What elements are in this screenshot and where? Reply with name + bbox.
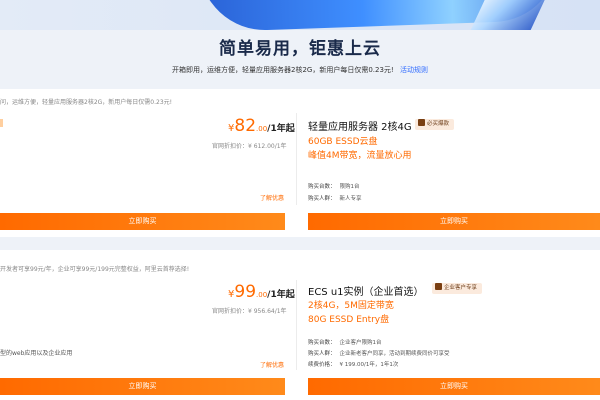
product-title: 轻量应用服务器 2核4G [308,122,412,133]
price-decimal: .00 [256,125,268,133]
badge-label: 必买爆款 [427,121,450,127]
price: ¥82.00/1年起 [228,116,295,136]
meta-key: 购买台数： [308,340,336,346]
product-section-lightweight: 问，运维方便，轻量应用服务器2核2G，新用户每日仅需0.23元! ¥82.00/… [0,89,600,237]
meta-key: 续费价格： [308,362,336,368]
banner-graphic-stripe [470,0,550,30]
price-period: /1年起 [267,124,295,134]
column-divider [296,113,297,205]
page-title: 简单易用，钜惠上云 [219,39,381,59]
price-decimal: .00 [256,291,268,299]
meta-purchase-count: 购买台数： 限购1台 [308,182,360,190]
original-price: 官网折扣价：¥ 612.00/1年 [212,143,287,150]
meta-value: 限购1台 [339,184,360,190]
product-spec-cpu: 2核4G，5M固定带宽 [308,301,394,311]
coupon-link[interactable]: 了解优惠 [260,360,284,369]
meta-value: 企业新老客户同享，活动到期续费同价可享受 [339,351,450,357]
buy-button[interactable]: 立即购买 [0,213,285,230]
original-price: 官网折扣价：¥ 956.64/1年 [212,308,287,315]
meta-value: 企业客户限购1台 [339,340,382,346]
promo-subtitle: 开箱即用，运维方便，轻量应用服务器2核2G，新用户每日仅需0.23元! 活动规则 [0,65,600,75]
price-period: /1年起 [267,290,295,300]
buy-button[interactable]: 立即购买 [308,378,600,395]
column-divider [296,280,297,370]
price-value: 99 [234,282,257,302]
meta-purchase-count: 购买台数： 企业客户限购1台 [308,338,382,346]
meta-renewal-price: 续费价格： ¥ 199.00/1年，1年1次 [308,360,398,368]
badge-icon [418,119,425,126]
meta-audience: 购买人群： 企业新老客户同享，活动到期续费同价可享受 [308,349,450,357]
section-note: 开发者可享99元/年，企业可享99元/199元完整权益，阿里云首荐选择! [0,266,190,273]
product-spec-bandwidth: 峰值4M带宽，流量放心用 [308,151,412,161]
meta-value: 新人专享 [339,196,362,202]
hero-banner [0,0,600,30]
price-value: 82 [234,116,257,136]
price: ¥99.00/1年起 [228,282,295,302]
hot-badge: 必买爆款 [415,119,455,130]
tag-strip [0,119,3,127]
meta-key: 购买台数： [308,184,336,190]
enterprise-badge: 企业客户专享 [432,283,483,294]
product-title: ECS u1实例（企业首选） [308,287,424,298]
activity-rules-link[interactable]: 活动规则 [400,66,428,74]
meta-key: 购买人群： [308,351,336,357]
product-spec-disk: 80G ESSD Entry盘 [308,315,390,325]
product-spec-disk: 60GB ESSD云盘 [308,137,378,147]
buy-button[interactable]: 立即购买 [308,213,600,230]
buy-button[interactable]: 立即购买 [0,378,285,395]
badge-label: 企业客户专享 [444,285,478,291]
badge-icon [435,283,442,290]
meta-key: 购买人群： [308,196,336,202]
section-note: 问，运维方便，轻量应用服务器2核2G，新用户每日仅需0.23元! [0,99,173,106]
product-section-ecs: 开发者可享99元/年，企业可享99元/199元完整权益，阿里云首荐选择! ¥99… [0,250,600,400]
meta-value: ¥ 199.00/1年，1年1次 [339,362,399,368]
product-description: 型的web应用以及企业应用 [0,350,73,357]
meta-audience: 购买人群： 新人专享 [308,194,362,202]
coupon-link[interactable]: 了解优惠 [260,193,284,202]
promo-subtitle-text: 开箱即用，运维方便，轻量应用服务器2核2G，新用户每日仅需0.23元! [172,66,394,74]
